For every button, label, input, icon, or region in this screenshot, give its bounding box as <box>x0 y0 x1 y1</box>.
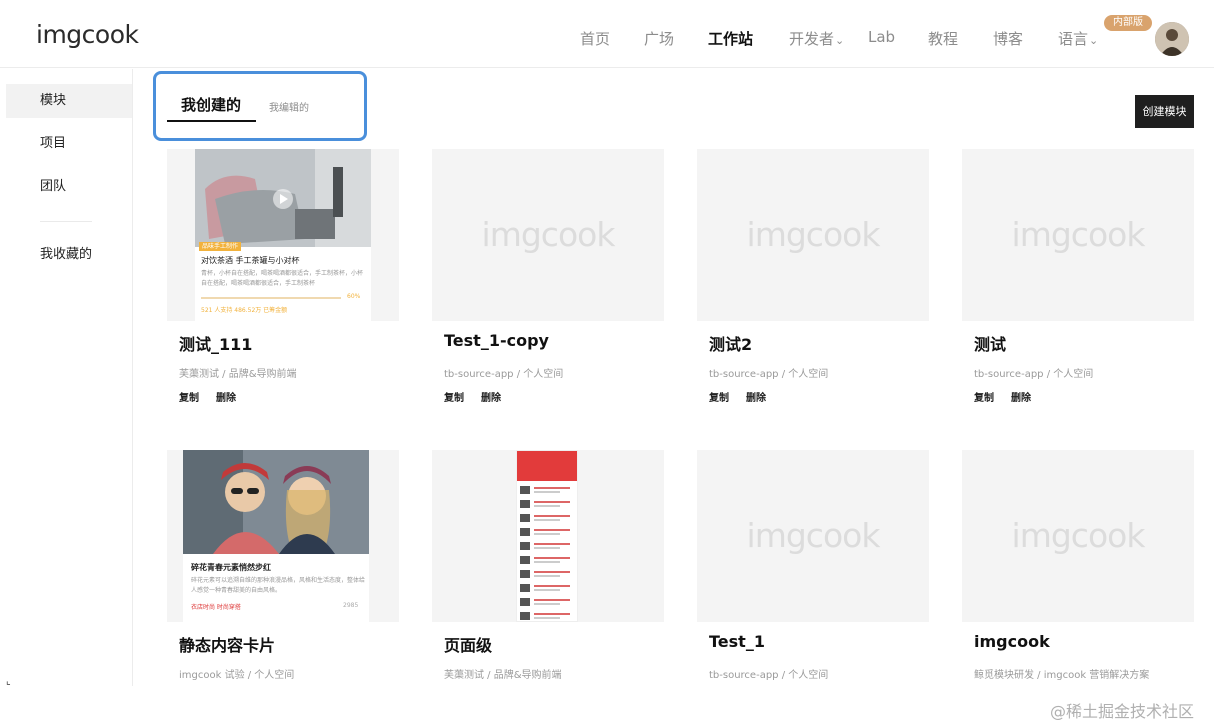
card-subtitle: 芙蕖测试 / 品牌&导购前端 <box>444 670 562 681</box>
card-title[interactable]: 页面级 <box>444 632 492 656</box>
sidebar-divider <box>40 221 92 222</box>
list-row <box>520 541 574 551</box>
user-avatar-icon[interactable] <box>1155 22 1189 56</box>
nav-blog[interactable]: 博客 <box>993 28 1023 50</box>
sidebar-item-projects[interactable]: 项目 <box>6 127 132 161</box>
preview-girls: 碎花青春元素悄然步红 碎花元素可以追溯自维的那种浪漫品格，风格和生活态度，整体给… <box>183 450 369 622</box>
copy-button[interactable]: 复制 <box>709 389 729 404</box>
card-thumbnail[interactable]: imgcook <box>697 450 929 622</box>
placeholder-logo: imgcook <box>1011 516 1146 555</box>
card-title[interactable]: 测试2 <box>709 331 752 355</box>
internal-badge: 内部版 <box>1104 15 1152 31</box>
list-row <box>520 583 574 593</box>
preview-desc: 青杯，小杯自在搭配，喝茶喝酒都很适合，手工制茶杯，小杯自在搭配，喝茶喝酒都很适合… <box>201 270 364 287</box>
card-thumbnail[interactable]: imgcook <box>697 149 929 321</box>
like-count: 2985 <box>343 602 359 609</box>
delete-button[interactable]: 删除 <box>481 389 501 404</box>
preview-meta: 521 人支持 486.52万 已筹金额 <box>201 307 288 314</box>
card-title[interactable]: 测试_111 <box>179 331 252 355</box>
nav-language[interactable]: 语言⌄ <box>1058 28 1098 50</box>
card-subtitle: 芙蕖测试 / 品牌&导购前端 <box>179 369 297 380</box>
copy-button[interactable]: 复制 <box>444 389 464 404</box>
card-title[interactable]: 静态内容卡片 <box>179 632 275 656</box>
placeholder-logo: imgcook <box>1011 215 1146 254</box>
card-subtitle: tb-source-app / 个人空间 <box>709 670 829 681</box>
sidebar-item-team[interactable]: 团队 <box>6 170 132 204</box>
preview-title: 碎花青春元素悄然步红 <box>191 563 271 572</box>
placeholder-logo: imgcook <box>746 516 881 555</box>
source-watermark: @稀土掘金技术社区 <box>1050 702 1195 721</box>
card-thumbnail[interactable]: 品味手工制作 对饮茶酒 手工茶罐与小对杯 青杯，小杯自在搭配，喝茶喝酒都很适合，… <box>167 149 399 321</box>
corner-mark: ⌞ <box>6 676 11 687</box>
card-title[interactable]: Test_1-copy <box>444 331 549 350</box>
preview-list <box>516 450 578 622</box>
delete-button[interactable]: 删除 <box>746 389 766 404</box>
card-title[interactable]: 测试 <box>974 331 1006 355</box>
top-header: imgcook 首页 广场 工作站 开发者⌄ Lab 教程 博客 语言⌄ 内部版 <box>0 0 1214 68</box>
card-thumbnail[interactable]: imgcook <box>432 149 664 321</box>
tab-created-by-me[interactable]: 我创建的 <box>181 94 241 115</box>
preview-chair: 品味手工制作 对饮茶酒 手工茶罐与小对杯 青杯，小杯自在搭配，喝茶喝酒都很适合，… <box>195 149 371 321</box>
create-module-button[interactable]: 创建模块 <box>1135 95 1194 128</box>
card-subtitle: imgcook 试验 / 个人空间 <box>179 670 295 681</box>
chevron-down-icon: ⌄ <box>1089 34 1099 47</box>
card-thumbnail[interactable]: 碎花青春元素悄然步红 碎花元素可以追溯自维的那种浪漫品格，风格和生活态度，整体给… <box>167 450 399 622</box>
card-title[interactable]: imgcook <box>974 632 1050 651</box>
list-row <box>520 611 574 621</box>
nav-home[interactable]: 首页 <box>580 28 610 50</box>
list-header <box>517 451 577 481</box>
nav-tutorial[interactable]: 教程 <box>928 28 958 50</box>
card-subtitle: tb-source-app / 个人空间 <box>709 369 829 380</box>
shop-label: 衣店时尚 时尚穿搭 <box>191 604 241 611</box>
logo[interactable]: imgcook <box>36 20 139 49</box>
list-row <box>520 555 574 565</box>
card-thumbnail[interactable] <box>432 450 664 622</box>
chair-photo <box>195 149 371 247</box>
card-subtitle: 鲸觅模块研发 / imgcook 营销解决方案 <box>974 670 1150 681</box>
preview-title: 对饮茶酒 手工茶罐与小对杯 <box>201 256 300 265</box>
card-subtitle: tb-source-app / 个人空间 <box>974 369 1094 380</box>
nav-square[interactable]: 广场 <box>644 28 674 50</box>
chevron-down-icon: ⌄ <box>835 34 845 47</box>
nav-lab[interactable]: Lab <box>868 28 895 50</box>
preview-desc: 碎花元素可以追溯自维的那种浪漫品格，风格和生活态度，整体给人感觉一种青春甜美的自… <box>191 577 366 594</box>
placeholder-logo: imgcook <box>481 215 616 254</box>
copy-button[interactable]: 复制 <box>179 389 199 404</box>
sidebar-item-favorites[interactable]: 我收藏的 <box>6 238 132 272</box>
preview-tag: 品味手工制作 <box>199 242 242 251</box>
nav-workstation[interactable]: 工作站 <box>708 28 753 50</box>
copy-button[interactable]: 复制 <box>974 389 994 404</box>
list-row <box>520 527 574 537</box>
sidebar: 模块 项目 团队 我收藏的 <box>0 69 133 686</box>
girls-photo <box>183 450 369 554</box>
card-thumbnail[interactable]: imgcook <box>962 450 1194 622</box>
progress-percent: 60% <box>347 293 361 300</box>
list-row <box>520 513 574 523</box>
list-row <box>520 485 574 495</box>
list-row <box>520 569 574 579</box>
delete-button[interactable]: 删除 <box>1011 389 1031 404</box>
nav-developer[interactable]: 开发者⌄ <box>789 28 844 50</box>
list-row <box>520 597 574 607</box>
active-tab-underline <box>167 120 256 122</box>
sidebar-item-modules[interactable]: 模块 <box>6 84 132 118</box>
card-title[interactable]: Test_1 <box>709 632 765 651</box>
delete-button[interactable]: 删除 <box>216 389 236 404</box>
card-thumbnail[interactable]: imgcook <box>962 149 1194 321</box>
progress-bar <box>201 297 341 299</box>
card-subtitle: tb-source-app / 个人空间 <box>444 369 564 380</box>
list-row <box>520 499 574 509</box>
placeholder-logo: imgcook <box>746 215 881 254</box>
tab-edited-by-me[interactable]: 我编辑的 <box>269 99 309 114</box>
